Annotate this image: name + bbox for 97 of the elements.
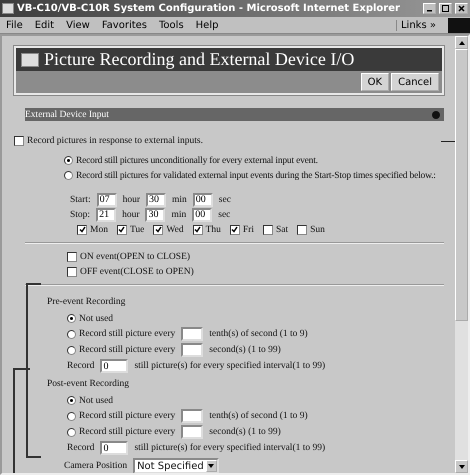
time-field[interactable]: 00 bbox=[192, 192, 213, 206]
links-button[interactable]: Links » bbox=[396, 20, 436, 30]
radio-button[interactable] bbox=[67, 314, 76, 323]
time-field[interactable]: 30 bbox=[145, 208, 166, 222]
menu-item[interactable]: Favorites bbox=[102, 20, 148, 30]
option-label: Record still picture every bbox=[79, 411, 176, 421]
checkbox-label: Wed bbox=[166, 224, 184, 234]
maximize-icon bbox=[442, 5, 449, 12]
scroll-down-button[interactable] bbox=[455, 460, 468, 473]
checkbox-label: Thu bbox=[206, 224, 221, 234]
option-label: Record still pictures for validated external input events during the Start-Stop times specified below.: bbox=[76, 170, 436, 180]
time-field[interactable]: 30 bbox=[146, 192, 166, 206]
option-label: Not used bbox=[79, 396, 114, 406]
count-field[interactable]: 0 bbox=[100, 441, 128, 455]
unit-label: sec bbox=[218, 194, 231, 204]
unit-label: sec bbox=[218, 210, 230, 220]
app-icon bbox=[2, 3, 14, 14]
checkbox-label: Sat bbox=[276, 224, 288, 234]
interval-field[interactable] bbox=[181, 425, 204, 439]
menu-item[interactable]: Edit bbox=[34, 20, 54, 30]
unit-label: second(s) (1 to 99) bbox=[209, 427, 281, 437]
time-field[interactable]: 21 bbox=[96, 208, 116, 222]
unit-label: min bbox=[171, 210, 186, 220]
camera-position-label: Camera Position bbox=[64, 461, 128, 471]
checkbox[interactable] bbox=[230, 224, 240, 234]
checkbox[interactable] bbox=[262, 224, 273, 234]
radio-button[interactable] bbox=[67, 396, 76, 405]
scrollbar-thumb[interactable] bbox=[455, 49, 468, 321]
checkbox-label: Record pictures in response to external inputs. bbox=[27, 136, 203, 146]
checkbox-label: ON event(OPEN to CLOSE) bbox=[80, 252, 190, 262]
unit-label: hour bbox=[122, 210, 140, 220]
checkbox-label: OFF event(CLOSE to OPEN) bbox=[80, 266, 194, 276]
bullet-icon bbox=[432, 110, 440, 118]
unit-label: tenth(s) of second (1 to 9) bbox=[209, 329, 308, 339]
interval-field[interactable] bbox=[181, 409, 204, 423]
count-field[interactable]: 0 bbox=[100, 359, 128, 373]
option-label: Record still picture every bbox=[79, 329, 176, 339]
checkbox[interactable] bbox=[192, 224, 203, 234]
option-label: Record still picture every bbox=[79, 345, 176, 355]
group-title: Pre-event Recording bbox=[47, 296, 126, 306]
ok-button[interactable]: OK bbox=[360, 73, 390, 91]
radio-button[interactable] bbox=[67, 412, 76, 420]
menu-item[interactable]: Tools bbox=[159, 20, 184, 30]
option-label: Not used bbox=[79, 314, 114, 324]
checkbox[interactable] bbox=[67, 266, 77, 276]
down-arrow-icon bbox=[458, 464, 464, 468]
radio-button[interactable] bbox=[67, 346, 76, 354]
down-arrow-icon bbox=[208, 464, 214, 468]
maximize-button[interactable] bbox=[439, 3, 452, 14]
section-title: External Device Input bbox=[25, 110, 109, 120]
close-icon bbox=[458, 5, 465, 12]
option-label: Record still pictures unconditionally for every external input event. bbox=[76, 156, 318, 166]
unit-label: tenth(s) of second (1 to 9) bbox=[209, 411, 308, 421]
checkbox[interactable] bbox=[67, 252, 77, 262]
interval-field[interactable] bbox=[181, 327, 204, 341]
browser-logo-icon bbox=[448, 18, 470, 32]
camera-position-select[interactable]: Not Specified bbox=[133, 458, 219, 473]
record-label: Record bbox=[67, 443, 94, 453]
unit-label: hour bbox=[122, 194, 140, 204]
group-title: Post-event Recording bbox=[47, 378, 130, 388]
checkbox[interactable] bbox=[14, 136, 24, 146]
option-label: Record still picture every bbox=[79, 427, 176, 437]
radio-button[interactable] bbox=[67, 428, 76, 436]
time-label: Stop: bbox=[70, 210, 90, 220]
close-button[interactable] bbox=[455, 3, 468, 14]
radio-button[interactable] bbox=[64, 156, 73, 165]
checkbox[interactable] bbox=[153, 224, 164, 234]
checkbox-label: Sun bbox=[310, 224, 325, 234]
panel-icon bbox=[21, 52, 39, 66]
checkbox-label: Tue bbox=[130, 224, 144, 234]
time-field[interactable]: 07 bbox=[96, 192, 117, 206]
menu-item[interactable]: View bbox=[66, 20, 90, 30]
record-label: Record bbox=[67, 361, 94, 371]
checkbox[interactable] bbox=[77, 224, 87, 234]
up-arrow-icon bbox=[458, 40, 464, 44]
menu-item[interactable]: File bbox=[6, 20, 23, 30]
radio-button[interactable] bbox=[64, 171, 73, 180]
window-title: VB-C10/VB-C10R System Configuration - Microsoft Internet Explorer bbox=[17, 3, 401, 14]
unit-label: min bbox=[172, 194, 187, 204]
checkbox[interactable] bbox=[116, 224, 127, 234]
checkbox[interactable] bbox=[297, 224, 308, 234]
count-description: still picture(s) for every specified interval(1 to 99) bbox=[134, 443, 326, 453]
cancel-button[interactable]: Cancel bbox=[391, 73, 439, 91]
dropdown-button[interactable] bbox=[206, 460, 217, 472]
time-field[interactable]: 00 bbox=[192, 208, 212, 222]
interval-field[interactable] bbox=[181, 343, 204, 357]
checkbox-label: Fri bbox=[242, 224, 254, 234]
checkbox-label: Mon bbox=[90, 224, 108, 234]
minimize-button[interactable] bbox=[423, 3, 436, 14]
scroll-up-button[interactable] bbox=[455, 36, 468, 49]
scrollbar[interactable] bbox=[455, 36, 468, 473]
page-title: Picture Recording and External Device I/O bbox=[44, 49, 354, 70]
unit-label: second(s) (1 to 99) bbox=[209, 345, 281, 355]
radio-button[interactable] bbox=[67, 330, 76, 338]
menu-item[interactable]: Help bbox=[196, 20, 218, 30]
count-description: still picture(s) for every specified interval(1 to 99) bbox=[134, 361, 326, 371]
time-label: Start: bbox=[70, 194, 91, 204]
